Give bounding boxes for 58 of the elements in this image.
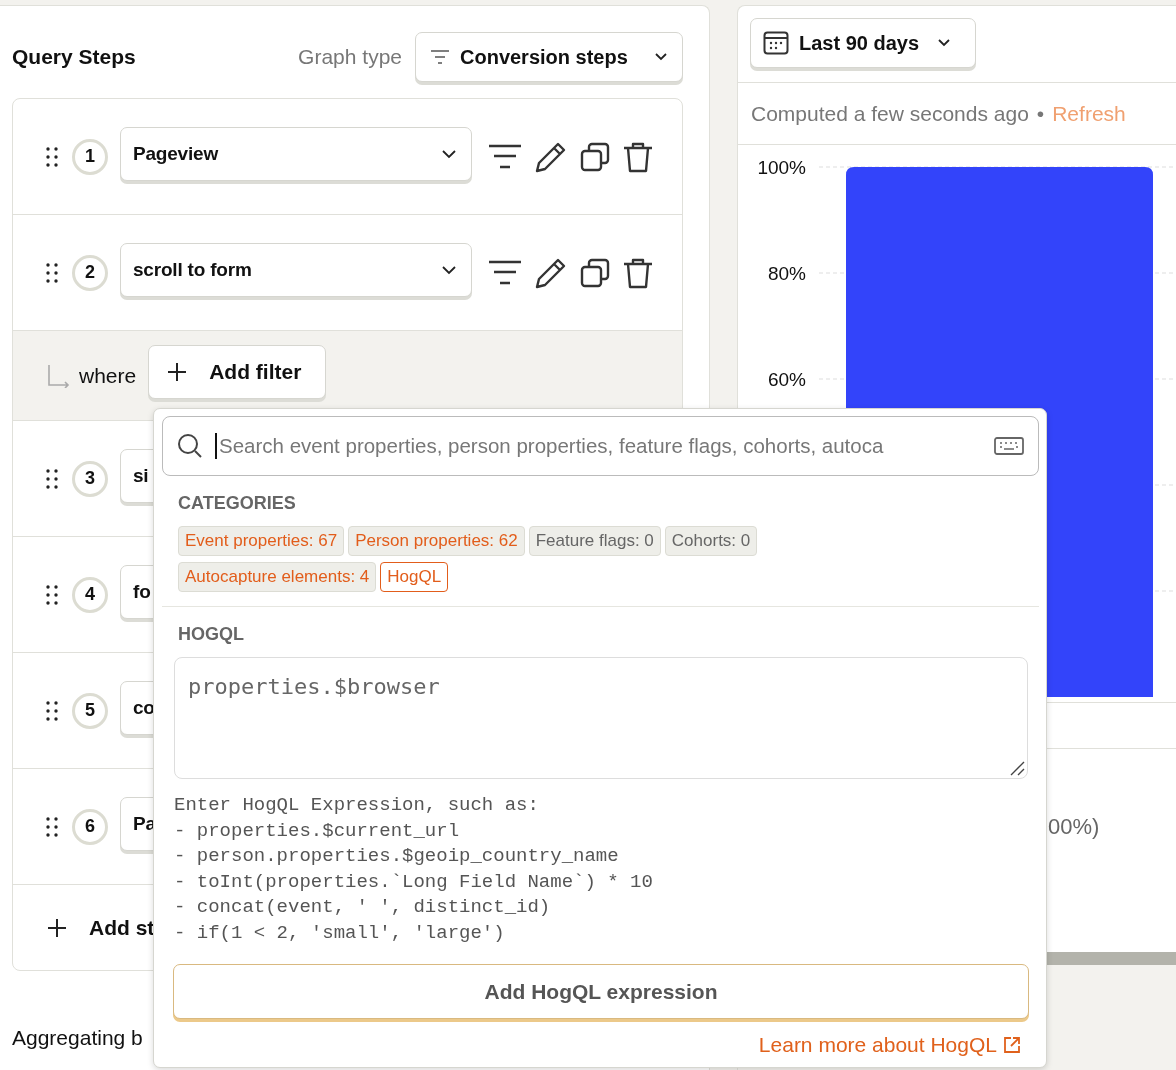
step-number: 2 [72, 254, 108, 291]
step-number: 1 [72, 138, 108, 175]
step-number: 4 [72, 576, 108, 613]
chevron-down-icon [441, 148, 457, 159]
aggregating-label: Aggregating b [12, 1026, 144, 1050]
section-heading: HOGQL [177, 623, 245, 645]
resize-grip-icon[interactable] [1009, 760, 1025, 776]
category-tag[interactable]: Person properties: 62 [348, 526, 525, 556]
search-icon [177, 433, 203, 459]
event-select[interactable]: Pageview [120, 126, 472, 181]
axis-label: 80% [767, 263, 806, 284]
drag-handle-icon[interactable] [46, 146, 58, 167]
search-input[interactable]: Search event properties, person properties, feature flags, cohorts, autoca [217, 433, 982, 459]
text-cursor [215, 433, 217, 459]
event-select[interactable]: scroll to form [120, 242, 472, 297]
graph-type-dropdown[interactable]: Conversion steps [415, 32, 683, 82]
trash-icon[interactable] [622, 256, 654, 289]
calendar-icon [763, 31, 789, 55]
chevron-down-icon [937, 38, 951, 48]
step-number: 3 [72, 460, 108, 497]
section-title: Query Steps [12, 45, 137, 69]
axis-label: 60% [767, 369, 806, 390]
chevron-down-icon [441, 264, 457, 275]
chevron-down-icon [654, 52, 668, 62]
separator-dot: • [1036, 101, 1045, 126]
step-number: 6 [72, 808, 108, 845]
axis-label: 100% [757, 157, 806, 178]
date-range-dropdown[interactable]: Last 90 days [750, 18, 976, 68]
keyboard-icon[interactable] [994, 437, 1024, 455]
drag-handle-icon[interactable] [46, 262, 58, 283]
computed-status: Computed a few seconds ago [751, 101, 1029, 126]
drag-handle-icon[interactable] [46, 700, 58, 721]
category-tag[interactable]: HogQL [380, 562, 449, 592]
graph-type-label: Graph type [298, 45, 402, 69]
drag-handle-icon[interactable] [46, 584, 58, 605]
drag-handle-icon[interactable] [46, 468, 58, 489]
drag-handle-icon[interactable] [46, 816, 58, 837]
funnel-lines-icon [430, 49, 450, 65]
expression-field[interactable]: properties.$browser [174, 657, 1028, 779]
category-tag[interactable]: Event properties: 67 [178, 526, 345, 556]
add-filter-button[interactable]: Add filter [148, 344, 327, 399]
copy-icon[interactable] [580, 141, 610, 172]
plus-icon [47, 917, 67, 938]
step-number: 5 [72, 692, 108, 729]
search-field[interactable]: Search event properties, person properties, feature flags, cohorts, autoca [162, 416, 1039, 476]
help-text: Enter HogQL Expression, such as: - properties.$current_url - person.properties.$geoip_country_name - toInt(properties.`Long Field Name`) * 10 - concat(event, ' ', distinct_id) - if(1 < 2, 'small', 'large') [173, 793, 654, 946]
legend-label: 00%) [1048, 814, 1100, 839]
add-expression-button[interactable]: Add HogQL expression [173, 964, 1029, 1019]
where-label: where [79, 363, 137, 388]
learn-more-link[interactable]: Learn more about HogQL [758, 1033, 1021, 1057]
add-step-button[interactable]: Add st [47, 915, 155, 940]
external-link-icon [1003, 1036, 1021, 1054]
trash-icon[interactable] [622, 140, 654, 173]
category-tag[interactable]: Autocapture elements: 4 [178, 562, 377, 592]
corner-arrow-icon [47, 363, 71, 388]
copy-icon[interactable] [580, 257, 610, 288]
plus-icon [167, 361, 188, 382]
section-heading: CATEGORIES [177, 492, 297, 514]
